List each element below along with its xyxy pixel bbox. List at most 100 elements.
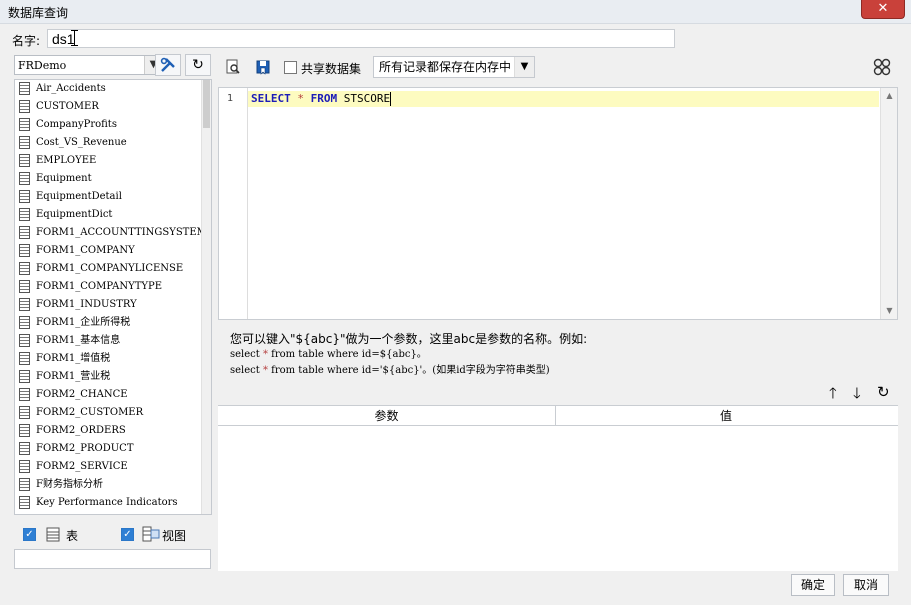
table-list-item[interactable]: Cost_VS_Revenue bbox=[15, 134, 211, 152]
scroll-down-icon[interactable]: ▼ bbox=[881, 303, 898, 319]
line-number: 1 bbox=[227, 93, 234, 104]
table-name: FORM1_营业税 bbox=[36, 371, 111, 382]
table-list-item[interactable]: FORM1_COMPANYTYPE bbox=[15, 278, 211, 296]
table-list-item[interactable]: Key Performance Indicators bbox=[15, 494, 211, 512]
ibeam-cursor-icon bbox=[71, 30, 82, 46]
table-list-item[interactable]: FORM1_COMPANYLICENSE bbox=[15, 260, 211, 278]
table-list-item[interactable]: FORM1_COMPANY bbox=[15, 242, 211, 260]
column-header-param: 参数 bbox=[218, 406, 556, 426]
table-icon bbox=[19, 100, 30, 113]
table-icon bbox=[19, 316, 30, 329]
table-list-item[interactable]: FORM1_营业税 bbox=[15, 368, 211, 386]
table-icon bbox=[19, 298, 30, 311]
table-icon bbox=[19, 82, 30, 95]
table-name: FORM2_CHANCE bbox=[36, 389, 128, 400]
sql-editor[interactable]: 1 SELECT * FROM STSCORE ▲ ▼ bbox=[218, 87, 898, 320]
table-list-item[interactable]: FORM1_基本信息 bbox=[15, 332, 211, 350]
table-list-item[interactable]: FORM1_INDUSTRY bbox=[15, 296, 211, 314]
table-list-item[interactable]: F财务指标分析 bbox=[15, 476, 211, 494]
table-list-item[interactable]: FORM2_CUSTOMER bbox=[15, 404, 211, 422]
refresh-button[interactable]: ↻ bbox=[185, 54, 211, 76]
sql-keyword-from: FROM bbox=[310, 92, 338, 105]
table-list-item[interactable]: FORM2_ORDERS bbox=[15, 422, 211, 440]
table-list-item[interactable]: Equipment bbox=[15, 170, 211, 188]
name-input[interactable] bbox=[47, 29, 675, 48]
table-name: FORM2_ORDERS bbox=[36, 425, 126, 436]
view-filter-checkbox[interactable]: ✓ bbox=[121, 528, 134, 541]
table-list-item[interactable]: CompanyProfits bbox=[15, 116, 211, 134]
table-list-item[interactable]: FORM1_ACCOUNTTINGSYSTEM bbox=[15, 224, 211, 242]
sql-toolbar: 共享数据集 所有记录都保存在内存中 ▼ bbox=[218, 53, 899, 81]
table-name: Equipment bbox=[36, 173, 92, 184]
table-name: EquipmentDict bbox=[36, 209, 113, 220]
sql-table-name: STSCORE bbox=[343, 92, 391, 105]
view-icon bbox=[142, 526, 160, 542]
parameter-table[interactable]: 参数 值 bbox=[218, 405, 898, 571]
table-icon bbox=[19, 334, 30, 347]
table-name: CompanyProfits bbox=[36, 119, 117, 130]
table-list-item[interactable]: EMPLOYEE bbox=[15, 152, 211, 170]
table-search-input[interactable] bbox=[14, 549, 211, 569]
help-text: select bbox=[230, 349, 263, 360]
help-line-2: select * from table where id=${abc}。 bbox=[230, 347, 587, 363]
table-list-item[interactable]: EquipmentDetail bbox=[15, 188, 211, 206]
sql-star: * bbox=[297, 92, 304, 105]
preview-button[interactable] bbox=[222, 56, 244, 78]
connection-settings-button[interactable] bbox=[155, 54, 181, 76]
table-name: Cost_VS_Revenue bbox=[36, 137, 127, 148]
help-line-1: 您可以键入"${abc}"做为一个参数，这里abc是参数的名称。例如: bbox=[230, 332, 588, 346]
table-icon bbox=[19, 406, 30, 419]
cancel-button[interactable]: 取消 bbox=[843, 574, 889, 596]
table-icon bbox=[19, 370, 30, 383]
table-icon bbox=[19, 226, 30, 239]
shared-dataset-label: 共享数据集 bbox=[301, 62, 362, 76]
table-list[interactable]: Air_Accidents CUSTOMER CompanyProfits Cost_… bbox=[14, 79, 212, 515]
help-text: from table where id='${abc}'。(如果id字段为字符串… bbox=[267, 365, 550, 376]
right-panel: 共享数据集 所有记录都保存在内存中 ▼ 1 SELECT * FROM STSC… bbox=[218, 53, 899, 571]
scrollbar-thumb[interactable] bbox=[203, 80, 210, 128]
table-name: EMPLOYEE bbox=[36, 155, 97, 166]
table-list-item[interactable]: FORM2_PRODUCT bbox=[15, 440, 211, 458]
sql-scrollbar[interactable]: ▲ ▼ bbox=[880, 88, 897, 319]
cache-mode-select[interactable]: 所有记录都保存在内存中 ▼ bbox=[373, 56, 535, 78]
table-icon bbox=[19, 280, 30, 293]
datasource-select[interactable]: FRDemo ▼ bbox=[14, 55, 163, 75]
tools-icon bbox=[160, 57, 175, 72]
table-icon bbox=[19, 424, 30, 437]
table-list-item[interactable]: FORM1_企业所得税 bbox=[15, 314, 211, 332]
parameter-actions: 🡑 🡓 ↻ bbox=[823, 383, 893, 402]
help-text: from table where id=${abc}。 bbox=[267, 349, 427, 360]
table-filter-label: 表 bbox=[66, 529, 79, 543]
table-name: FORM2_CUSTOMER bbox=[36, 407, 144, 418]
table-icon bbox=[19, 496, 30, 509]
table-list-item[interactable]: FORM1_增值税 bbox=[15, 350, 211, 368]
close-button[interactable]: ✕ bbox=[861, 0, 905, 19]
sql-line[interactable]: SELECT * FROM STSCORE bbox=[248, 91, 879, 107]
table-list-item[interactable]: Air_Accidents bbox=[15, 80, 211, 98]
table-name: Air_Accidents bbox=[36, 83, 106, 94]
table-icon bbox=[19, 442, 30, 455]
table-icon bbox=[19, 478, 30, 491]
refresh-parameters-icon[interactable]: ↻ bbox=[877, 383, 890, 401]
scroll-up-icon[interactable]: ▲ bbox=[881, 88, 898, 104]
table-list-item[interactable]: FORM2_SERVICE bbox=[15, 458, 211, 476]
table-icon bbox=[19, 118, 30, 131]
table-filter-checkbox[interactable]: ✓ bbox=[23, 528, 36, 541]
save-query-button[interactable] bbox=[252, 56, 274, 78]
table-name: FORM1_COMPANYLICENSE bbox=[36, 263, 184, 274]
table-list-item[interactable]: FORM2_CHANCE bbox=[15, 386, 211, 404]
chevron-down-icon[interactable]: ▼ bbox=[514, 57, 534, 77]
table-list-item[interactable]: CUSTOMER bbox=[15, 98, 211, 116]
table-name: FORM2_PRODUCT bbox=[36, 443, 134, 454]
table-icon bbox=[19, 262, 30, 275]
table-icon bbox=[19, 388, 30, 401]
preview-icon bbox=[226, 59, 240, 74]
shared-dataset-checkbox[interactable] bbox=[284, 61, 297, 74]
bookmark-icon bbox=[256, 60, 270, 75]
table-list-scrollbar[interactable] bbox=[201, 80, 211, 514]
layout-grid-icon[interactable] bbox=[873, 58, 891, 76]
sql-keyword-select: SELECT bbox=[251, 92, 291, 105]
table-name: FORM1_INDUSTRY bbox=[36, 299, 137, 310]
ok-button[interactable]: 确定 bbox=[791, 574, 835, 596]
table-list-item[interactable]: EquipmentDict bbox=[15, 206, 211, 224]
